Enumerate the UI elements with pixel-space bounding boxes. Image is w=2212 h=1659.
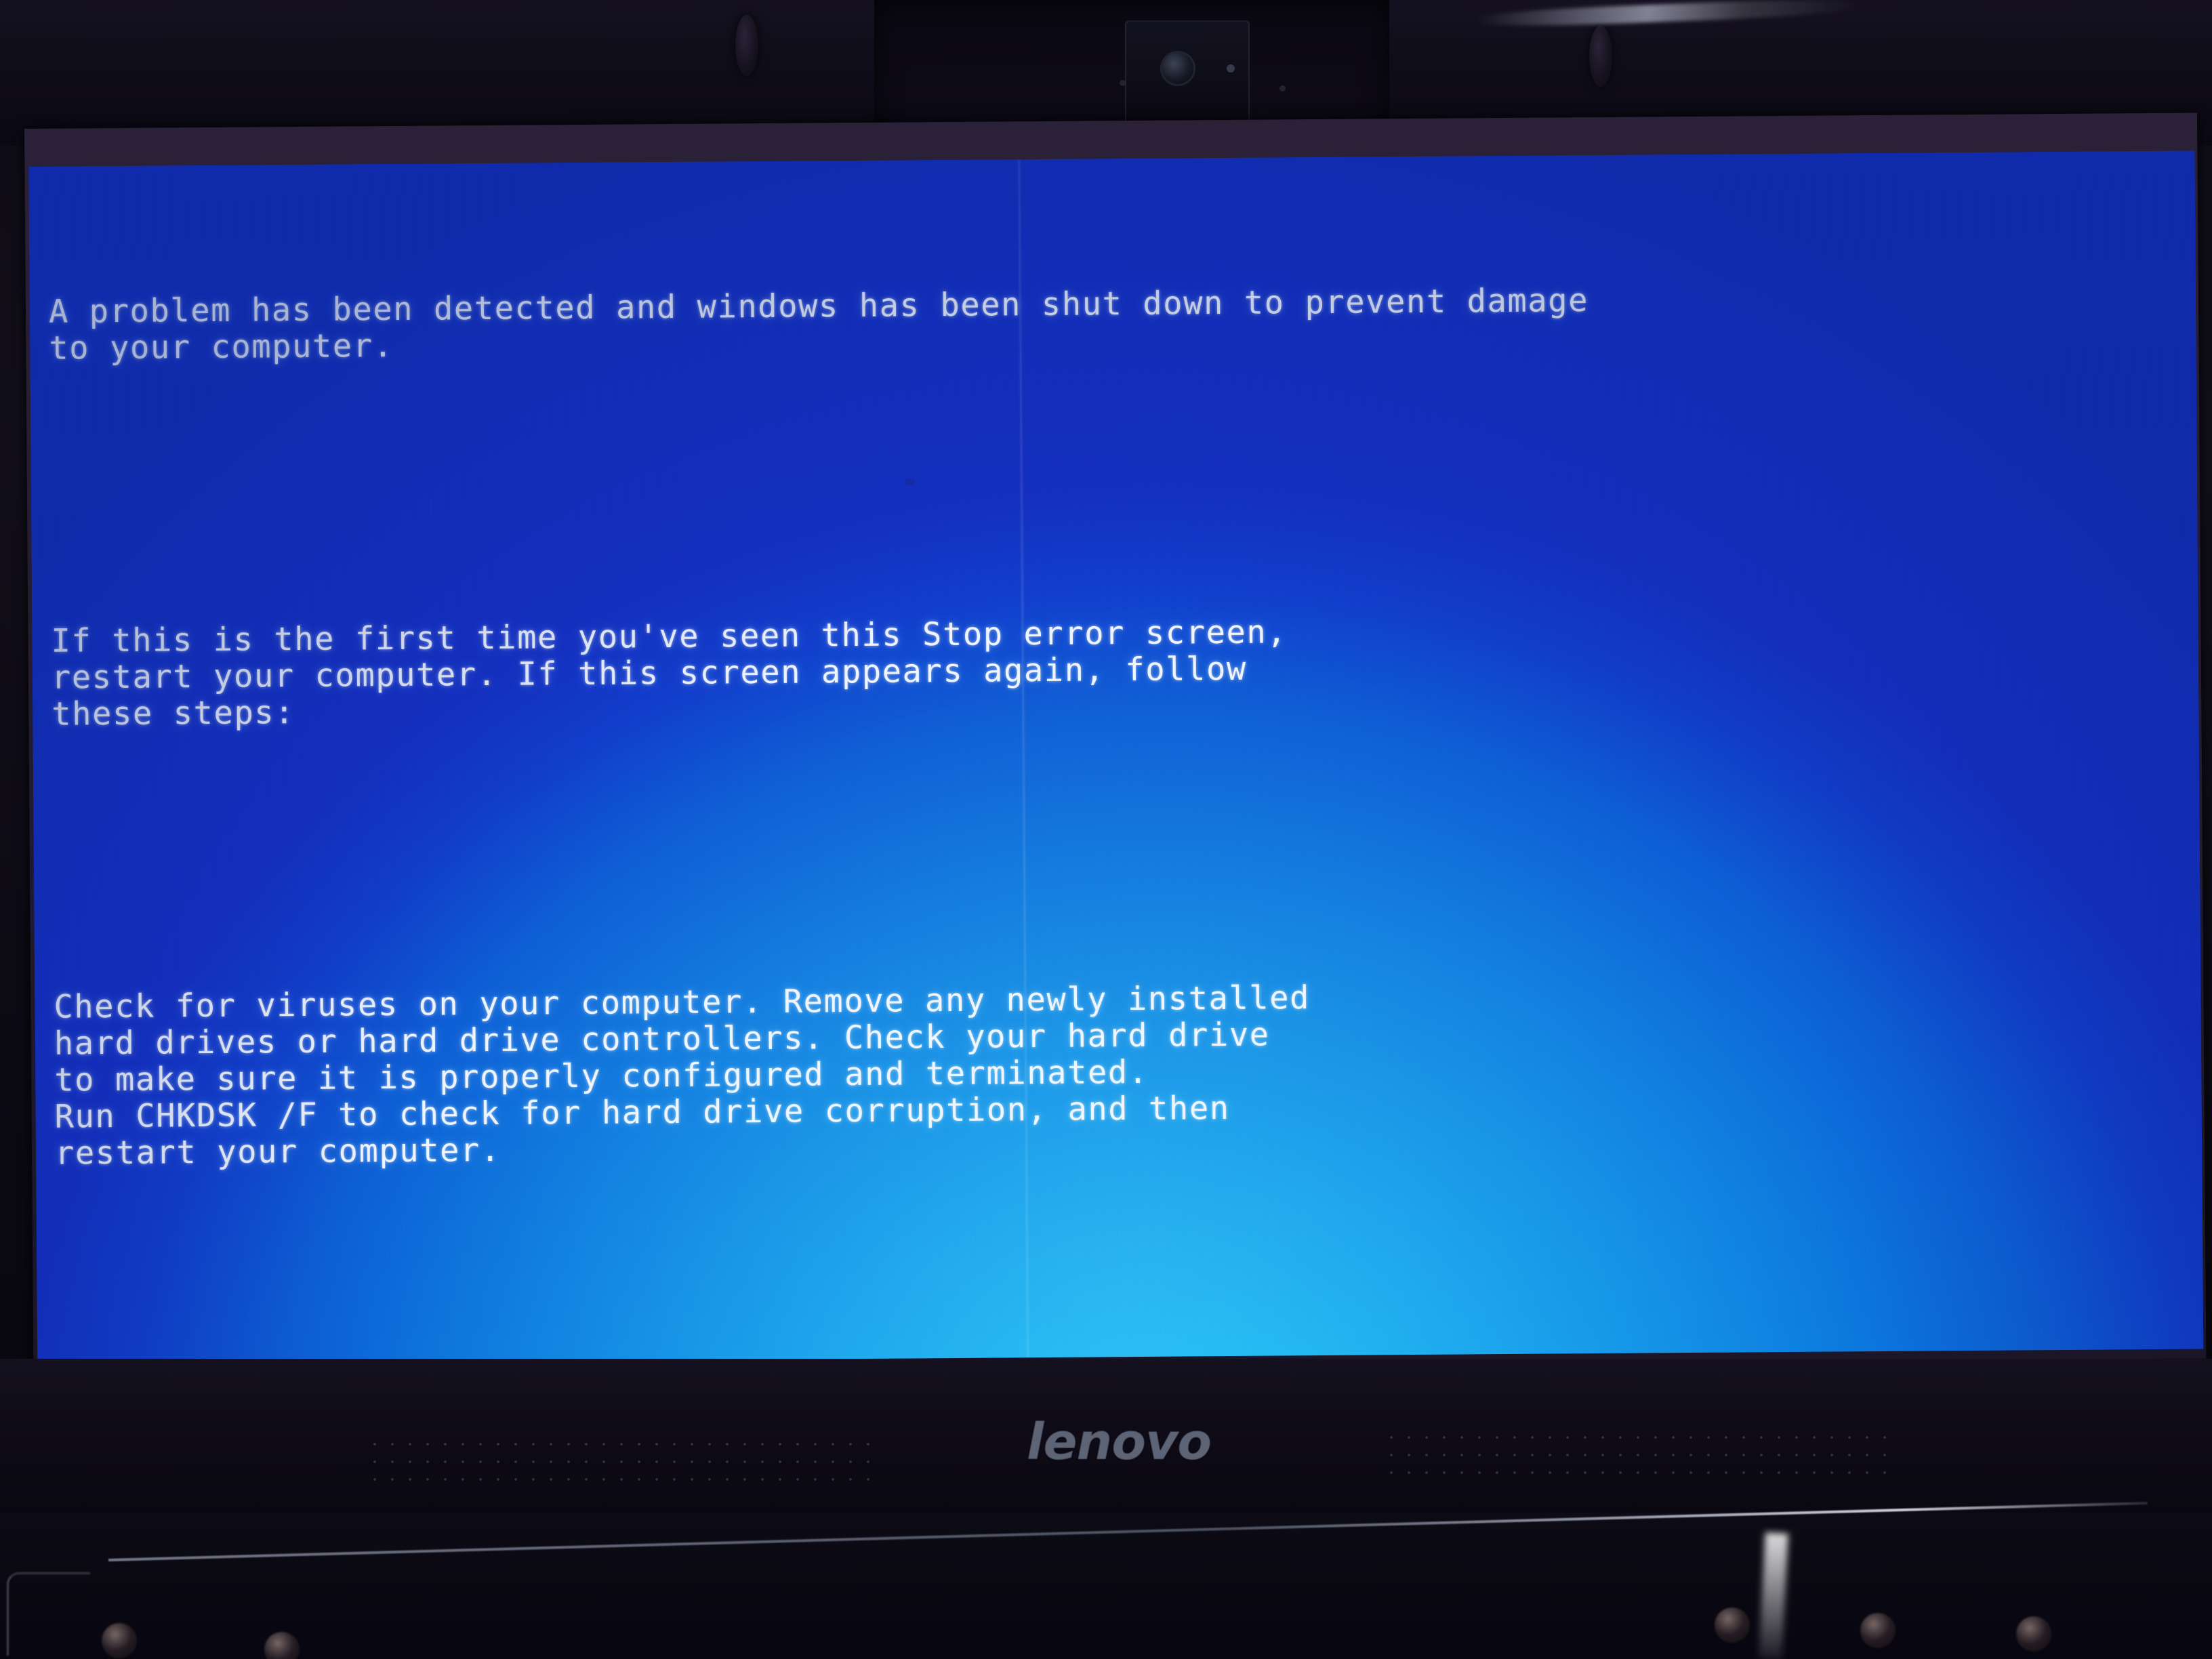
screen-blemish — [905, 478, 915, 485]
lid-bumper-right — [1589, 26, 1612, 87]
deck-screw — [102, 1623, 137, 1658]
bsod-line: these steps: — [52, 694, 295, 733]
bsod-paragraph-first-time: If this is the first time you've seen th… — [51, 608, 2192, 733]
webcam-indicator-led — [1227, 64, 1235, 73]
bsod-line: Run CHKDSK /F to check for hard drive co… — [54, 1090, 1230, 1136]
lcd-panel: A problem has been detected and windows … — [24, 112, 2207, 1374]
deck-corner-trim — [7, 1572, 90, 1656]
bsod-spacer — [53, 827, 2193, 880]
bsod-spacer — [56, 1267, 2196, 1319]
bsod-spacer — [50, 462, 2190, 514]
bsod-paragraph-intro: A problem has been detected and windows … — [49, 279, 2190, 367]
deck-screw — [1715, 1607, 1750, 1643]
speaker-grille-left — [366, 1435, 881, 1488]
deck-screw — [2016, 1616, 2051, 1652]
bsod-line: restart your computer. If this screen ap… — [51, 650, 1247, 697]
lid-bumper-left — [735, 15, 758, 76]
microphone-hole — [1120, 80, 1126, 86]
brand-logo: lenovo — [1027, 1413, 1212, 1471]
bsod-line: A problem has been detected and windows … — [48, 282, 1589, 331]
deck-screw — [1860, 1613, 1896, 1648]
lcd-display: A problem has been detected and windows … — [28, 150, 2204, 1365]
laptop-photo: A problem has been detected and windows … — [0, 0, 2212, 1659]
bsod-text-block: A problem has been detected and windows … — [48, 169, 2200, 1365]
speaker-grille-right — [1382, 1429, 1898, 1481]
webcam-icon — [1162, 53, 1193, 84]
microphone-hole — [1279, 85, 1286, 91]
bsod-paragraph-steps: Check for viruses on your computer. Remo… — [54, 974, 2195, 1172]
bsod-line: to your computer. — [49, 327, 394, 367]
bsod-line: restart your computer. — [54, 1131, 501, 1172]
lid-specular-highlight — [1477, 0, 1858, 29]
